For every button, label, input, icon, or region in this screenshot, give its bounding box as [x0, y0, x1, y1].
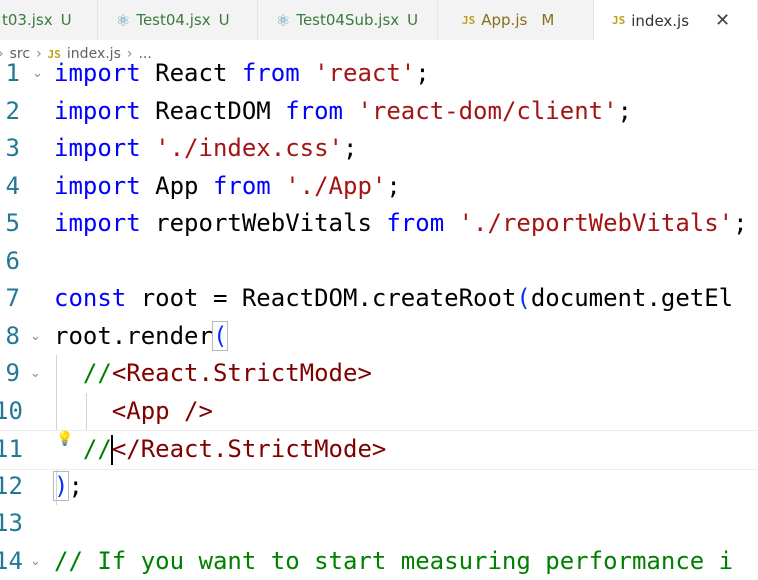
- code-line: 6: [0, 243, 758, 281]
- code-line: 9 ⌄ //<React.StrictMode>: [0, 355, 758, 393]
- line-number: 4: [5, 171, 20, 200]
- code-text: root.render(: [54, 320, 229, 351]
- code-text: import ReactDOM from 'react-dom/client';: [54, 96, 632, 125]
- tab-test04[interactable]: ⚛ Test04.jsx U: [98, 0, 258, 40]
- tab-status-badge: M: [541, 11, 555, 29]
- code-line: 14 ⌄ // If you want to start measuring p…: [0, 543, 758, 580]
- tab-status-badge: U: [60, 11, 72, 29]
- code-text: // If you want to start measuring perfor…: [54, 546, 734, 575]
- code-line: 5 import reportWebVitals from './reportW…: [0, 205, 758, 243]
- code-text: import reportWebVitals from './reportWeb…: [54, 209, 748, 237]
- line-number: 7: [5, 284, 20, 312]
- line-number: 8: [5, 321, 20, 350]
- code-line: 7 const root = ReactDOM.createRoot(docum…: [0, 280, 758, 318]
- code-line: 3 import './index.css';: [0, 130, 758, 168]
- tab-label: Test04Sub.jsx: [296, 11, 400, 29]
- tab-label: App.js: [481, 11, 528, 29]
- code-line: 1 ⌄ import React from 'react';: [0, 55, 758, 93]
- line-number: 10: [0, 396, 23, 425]
- code-text: );: [52, 470, 83, 501]
- code-line: 10 <App />: [0, 393, 758, 431]
- line-number: 9: [5, 359, 20, 387]
- line-number: 12: [0, 471, 23, 500]
- code-line: 8 ⌄ root.render(: [0, 318, 758, 356]
- chevron-down-icon[interactable]: ⌄: [30, 543, 41, 580]
- tab-label: Test04.jsx: [136, 11, 211, 29]
- tab-test03[interactable]: t03.jsx U: [0, 0, 98, 40]
- line-number: 14: [0, 546, 23, 575]
- code-line: 4 import App from './App';: [0, 168, 758, 206]
- chevron-down-icon[interactable]: ⌄: [30, 318, 41, 356]
- code-line: 12 );: [0, 468, 758, 506]
- line-number: 11: [0, 435, 23, 463]
- code-text: <App />: [111, 396, 213, 425]
- tab-index-js[interactable]: JS index.js ✕: [594, 0, 758, 40]
- tab-status-badge: U: [407, 11, 419, 29]
- code-text: import React from 'react';: [54, 59, 430, 87]
- code-editor[interactable]: 1 ⌄ import React from 'react'; 2 import …: [0, 55, 758, 580]
- chevron-down-icon[interactable]: ⌄: [30, 355, 41, 393]
- line-number: 2: [5, 96, 20, 125]
- code-text: //<React.StrictMode>: [82, 359, 372, 387]
- code-line: 13: [0, 505, 758, 543]
- line-number: 3: [5, 134, 20, 162]
- code-text: import './index.css';: [54, 134, 358, 162]
- code-text: const root = ReactDOM.createRoot(documen…: [54, 284, 734, 312]
- code-text: import App from './App';: [54, 171, 401, 200]
- editor-tab-bar: t03.jsx U ⚛ Test04.jsx U ⚛ Test04Sub.jsx…: [0, 0, 758, 40]
- code-line: 2 import ReactDOM from 'react-dom/client…: [0, 93, 758, 131]
- code-line-current: 11 💡 //</React.StrictMode>: [0, 430, 758, 470]
- line-number: 5: [5, 209, 20, 237]
- react-icon: ⚛: [276, 10, 291, 30]
- line-number: 6: [5, 246, 20, 275]
- react-icon: ⚛: [116, 10, 131, 30]
- tab-label: t03.jsx: [2, 11, 53, 29]
- line-number: 1: [5, 59, 20, 87]
- js-icon: JS: [462, 13, 476, 27]
- tab-label: index.js: [631, 11, 690, 30]
- js-icon: JS: [612, 14, 626, 27]
- tab-status-badge: U: [218, 11, 230, 29]
- chevron-down-icon[interactable]: ⌄: [32, 55, 43, 93]
- close-icon[interactable]: ✕: [715, 10, 730, 31]
- line-number: 13: [0, 509, 23, 537]
- tab-test04sub[interactable]: ⚛ Test04Sub.jsx U: [258, 0, 438, 40]
- tab-app-js[interactable]: JS App.js M: [438, 0, 594, 40]
- code-text: //</React.StrictMode>: [82, 435, 387, 465]
